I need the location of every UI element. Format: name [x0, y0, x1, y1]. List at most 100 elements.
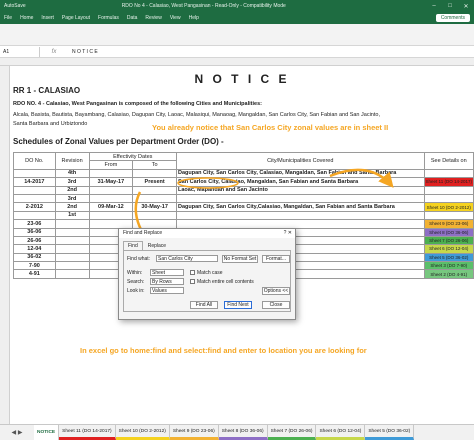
- options-button[interactable]: Options <<: [262, 287, 290, 295]
- table-row[interactable]: 1st: [13, 210, 474, 221]
- format-button[interactable]: Format...: [262, 255, 290, 263]
- do-cell[interactable]: 12-04: [13, 244, 56, 254]
- do-cell[interactable]: [13, 193, 56, 204]
- revision-cell[interactable]: 3rd: [54, 193, 90, 204]
- tab-view[interactable]: View: [170, 15, 181, 21]
- revision-cell[interactable]: 1st: [54, 210, 90, 221]
- do-cell[interactable]: 36-02: [13, 252, 56, 263]
- details-cell[interactable]: Sheet 9 (DO 23-06): [423, 219, 474, 229]
- do-cell[interactable]: 23-06: [13, 219, 56, 229]
- within-select[interactable]: Sheet: [150, 269, 184, 276]
- to-cell[interactable]: [132, 185, 177, 195]
- cities-cell[interactable]: Dagupan City, San Carlos City, Calasiao,…: [176, 168, 425, 179]
- from-cell[interactable]: [88, 210, 134, 221]
- revision-cell[interactable]: [54, 252, 90, 263]
- formula-input[interactable]: N O T I C E: [68, 49, 98, 55]
- tab-file[interactable]: File: [4, 15, 12, 21]
- revision-cell[interactable]: [54, 219, 90, 229]
- sheet-tab[interactable]: Sheet 7 (DO 26-06): [267, 425, 317, 440]
- details-cell[interactable]: [423, 168, 474, 179]
- cities-cell[interactable]: Laoac, Mapandan and San Jacinto: [176, 185, 425, 195]
- close-icon[interactable]: ✕: [458, 3, 474, 10]
- tab-find[interactable]: Find: [123, 241, 143, 250]
- tab-insert[interactable]: Insert: [41, 15, 54, 21]
- sheet-tab[interactable]: Sheet 5 (DO 36-02): [365, 425, 415, 440]
- to-cell[interactable]: Present: [132, 177, 177, 187]
- tab-replace[interactable]: Replace: [142, 241, 172, 250]
- revision-cell[interactable]: 2nd: [54, 185, 90, 195]
- do-cell[interactable]: [13, 185, 56, 195]
- details-cell[interactable]: [423, 185, 474, 195]
- from-cell[interactable]: [88, 168, 134, 179]
- cities-cell[interactable]: Dagupan City, San Carlos City,Calasiao, …: [176, 202, 425, 212]
- revision-cell[interactable]: [54, 227, 90, 237]
- revision-cell[interactable]: 4th: [54, 168, 90, 179]
- table-row[interactable]: 4th Dagupan City, San Carlos City, Calasi…: [13, 168, 474, 179]
- sheet-tab[interactable]: Sheet 6 (DO 12-04): [316, 425, 366, 440]
- sheet-tab[interactable]: Sheet 10 (DO 2-2012): [115, 425, 170, 440]
- sheet-tab[interactable]: Sheet 9 (DO 23-06): [169, 425, 219, 440]
- table-row[interactable]: 3rd: [13, 193, 474, 204]
- do-cell[interactable]: [13, 168, 56, 179]
- tab-formulas[interactable]: Formulas: [98, 15, 119, 21]
- help-icon[interactable]: ?: [284, 230, 287, 236]
- comments-button[interactable]: Comments: [435, 14, 470, 22]
- find-all-button[interactable]: Find All: [190, 301, 218, 309]
- revision-cell[interactable]: 2nd: [54, 202, 90, 212]
- row-headers[interactable]: [0, 66, 10, 424]
- do-cell[interactable]: 14-2017: [13, 177, 56, 187]
- tab-review[interactable]: Review: [145, 15, 161, 21]
- tab-data[interactable]: Data: [127, 15, 138, 21]
- look-in-select[interactable]: Values: [150, 287, 184, 294]
- to-cell[interactable]: [132, 168, 177, 179]
- cities-cell[interactable]: San Carlos City, Calasiao, Mangaldan, Sa…: [176, 177, 425, 187]
- details-cell[interactable]: Sheet 5 (DO 36-02): [423, 252, 474, 263]
- match-entire-checkbox[interactable]: [190, 279, 195, 284]
- revision-cell[interactable]: [54, 269, 90, 279]
- to-cell[interactable]: [132, 219, 177, 229]
- close-button[interactable]: Close: [262, 301, 290, 309]
- details-cell[interactable]: Sheet 6 (DO 12-04): [423, 244, 474, 254]
- cities-cell[interactable]: [176, 210, 425, 221]
- revision-cell[interactable]: [54, 244, 90, 254]
- do-cell[interactable]: 26-06: [13, 235, 56, 246]
- match-case-checkbox[interactable]: [190, 270, 195, 275]
- do-cell[interactable]: 36-06: [13, 227, 56, 237]
- from-cell[interactable]: [88, 185, 134, 195]
- do-cell[interactable]: 7-90: [13, 261, 56, 271]
- details-cell[interactable]: Sheet 11 (DO 14-2017): [423, 177, 474, 187]
- details-cell[interactable]: Sheet 7 (DO 26-06): [423, 235, 474, 246]
- sheet-tab[interactable]: Sheet 8 (DO 36-06): [218, 425, 268, 440]
- from-cell[interactable]: [88, 193, 134, 204]
- do-cell[interactable]: 2-2012: [13, 202, 56, 212]
- from-cell[interactable]: 09-Mar-12: [88, 202, 134, 212]
- details-cell[interactable]: Sheet 8 (DO 36-06): [423, 227, 474, 237]
- from-cell[interactable]: [88, 219, 134, 229]
- details-cell[interactable]: Sheet 3 (DO 7-90): [423, 261, 474, 271]
- column-headers[interactable]: [0, 58, 474, 66]
- tab-home[interactable]: Home: [20, 15, 33, 21]
- minimize-icon[interactable]: –: [426, 3, 442, 10]
- do-cell[interactable]: [13, 210, 56, 221]
- cities-cell[interactable]: [176, 193, 425, 204]
- fx-icon[interactable]: fx: [40, 49, 68, 55]
- find-next-button[interactable]: Find Next: [224, 301, 252, 309]
- table-row[interactable]: 2-2012 2nd 09-Mar-12 30-May-17 Dagupan City,…: [13, 202, 474, 212]
- table-row[interactable]: 23-06 Sheet 9 (DO 23-06): [13, 219, 474, 229]
- details-cell[interactable]: [423, 210, 474, 221]
- tab-page-layout[interactable]: Page Layout: [62, 15, 90, 21]
- revision-cell[interactable]: [54, 235, 90, 246]
- details-cell[interactable]: Sheet 10 (DO 2-2012): [423, 202, 474, 212]
- tab-help[interactable]: Help: [189, 15, 199, 21]
- from-cell[interactable]: 31-May-17: [88, 177, 134, 187]
- to-cell[interactable]: [132, 193, 177, 204]
- find-what-input[interactable]: San Carlos City: [156, 255, 218, 262]
- to-cell[interactable]: 30-May-17: [132, 202, 177, 212]
- revision-cell[interactable]: 3rd: [54, 177, 90, 187]
- search-select[interactable]: By Rows: [150, 278, 184, 285]
- sheet-tab[interactable]: Sheet 11 (DO 14-2017): [59, 425, 116, 440]
- autosave-toggle[interactable]: AutoSave: [4, 3, 26, 9]
- cities-cell[interactable]: [176, 219, 425, 229]
- details-cell[interactable]: [423, 193, 474, 204]
- table-row[interactable]: 14-2017 3rd 31-May-17 Present San Carlos Cit…: [13, 177, 474, 187]
